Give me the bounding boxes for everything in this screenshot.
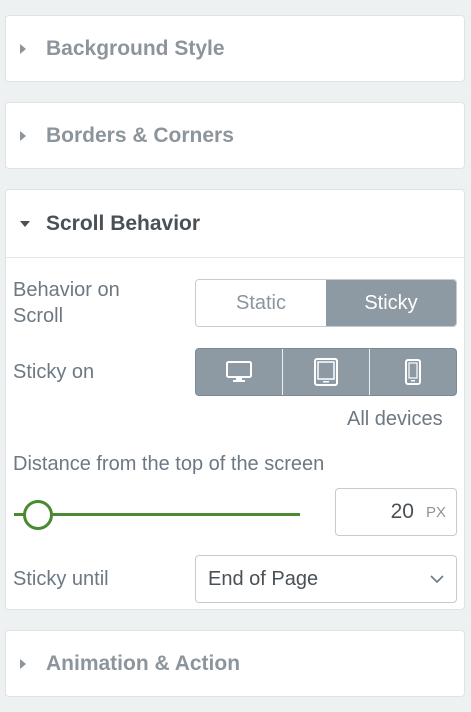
mobile-button[interactable]	[370, 349, 456, 395]
distance-input[interactable]: 20 PX	[335, 488, 457, 536]
triangle-down-icon	[20, 220, 30, 227]
borders-corners-header[interactable]: Borders & Corners	[6, 103, 464, 169]
panel-title: Scroll Behavior	[46, 211, 201, 235]
sticky-until-select[interactable]: End of Page	[195, 555, 457, 603]
chevron-down-icon	[430, 575, 444, 584]
background-style-panel: Background Style	[5, 15, 465, 82]
triangle-right-icon	[20, 44, 26, 54]
borders-corners-panel: Borders & Corners	[5, 102, 465, 169]
behavior-toggle: Static Sticky	[195, 279, 457, 327]
triangle-right-icon	[20, 131, 26, 141]
sticky-option[interactable]: Sticky	[326, 280, 456, 326]
tablet-icon	[314, 358, 338, 386]
scroll-behavior-header[interactable]: Scroll Behavior	[6, 190, 464, 258]
device-selector	[195, 348, 457, 396]
tablet-button[interactable]	[283, 349, 370, 395]
scroll-behavior-panel: Scroll Behavior Behavior on Scroll Stati…	[5, 189, 465, 610]
panel-title: Animation & Action	[46, 652, 241, 675]
static-option[interactable]: Static	[196, 280, 326, 326]
behavior-on-scroll-label: Behavior on Scroll	[13, 279, 120, 327]
distance-unit: PX	[425, 503, 446, 521]
distance-slider-handle[interactable]	[23, 500, 53, 530]
sticky-on-label: Sticky on	[13, 361, 95, 383]
animation-action-panel: Animation & Action	[5, 630, 465, 697]
background-style-header[interactable]: Background Style	[6, 16, 464, 82]
distance-label: Distance from the top of the screen	[13, 453, 325, 475]
distance-value: 20	[390, 500, 414, 523]
desktop-button[interactable]	[196, 349, 283, 395]
sticky-until-value: End of Page	[208, 567, 319, 590]
animation-action-header[interactable]: Animation & Action	[6, 631, 464, 697]
distance-slider-track[interactable]	[14, 513, 300, 516]
panel-title: Borders & Corners	[46, 124, 234, 147]
mobile-icon	[405, 359, 421, 385]
triangle-right-icon	[20, 659, 26, 669]
panel-title: Background Style	[46, 37, 225, 60]
all-devices-caption: All devices	[347, 408, 443, 430]
sticky-until-label: Sticky until	[13, 568, 109, 590]
desktop-icon	[226, 361, 252, 382]
